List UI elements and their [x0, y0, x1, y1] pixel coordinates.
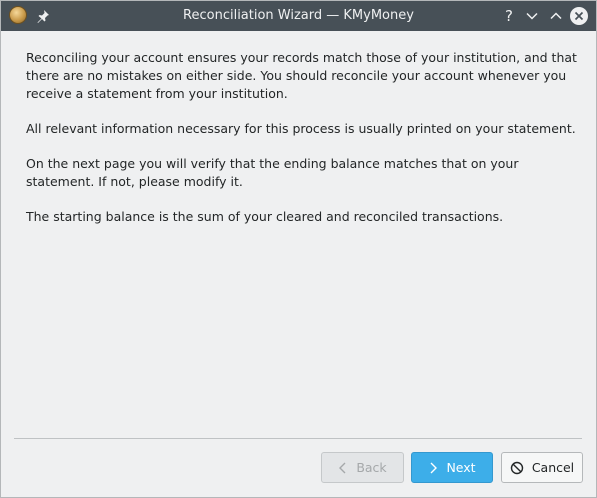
chevron-right-icon	[430, 462, 438, 473]
intro-paragraph: The starting balance is the sum of your …	[26, 209, 504, 224]
maximize-icon	[550, 12, 562, 20]
back-button[interactable]: Back	[321, 452, 404, 483]
title-bar[interactable]: Reconciliation Wizard — KMyMoney ?	[1, 1, 596, 31]
minimize-icon	[526, 12, 538, 20]
intro-paragraph: All relevant information necessary for t…	[26, 121, 576, 136]
back-button-label: Back	[356, 460, 387, 475]
chevron-left-icon	[339, 462, 346, 473]
minimize-button[interactable]	[522, 6, 542, 26]
reconciliation-wizard-window: Reconciliation Wizard — KMyMoney ? Recon…	[0, 0, 597, 498]
button-separator	[14, 438, 582, 439]
intro-paragraph: Reconciling your account ensures your re…	[26, 50, 577, 101]
help-button[interactable]: ?	[499, 6, 519, 26]
wizard-intro-text: Reconciling your account ensures your re…	[26, 49, 581, 243]
intro-paragraph: On the next page you will verify that th…	[26, 156, 519, 189]
cancel-icon	[510, 461, 524, 474]
next-button[interactable]: Next	[411, 452, 493, 483]
next-button-label: Next	[446, 460, 476, 475]
cancel-button[interactable]: Cancel	[501, 452, 583, 483]
help-icon: ?	[505, 7, 513, 25]
close-icon	[570, 7, 588, 25]
close-button[interactable]	[569, 6, 589, 26]
cancel-button-label: Cancel	[531, 460, 575, 475]
maximize-button[interactable]	[546, 6, 566, 26]
